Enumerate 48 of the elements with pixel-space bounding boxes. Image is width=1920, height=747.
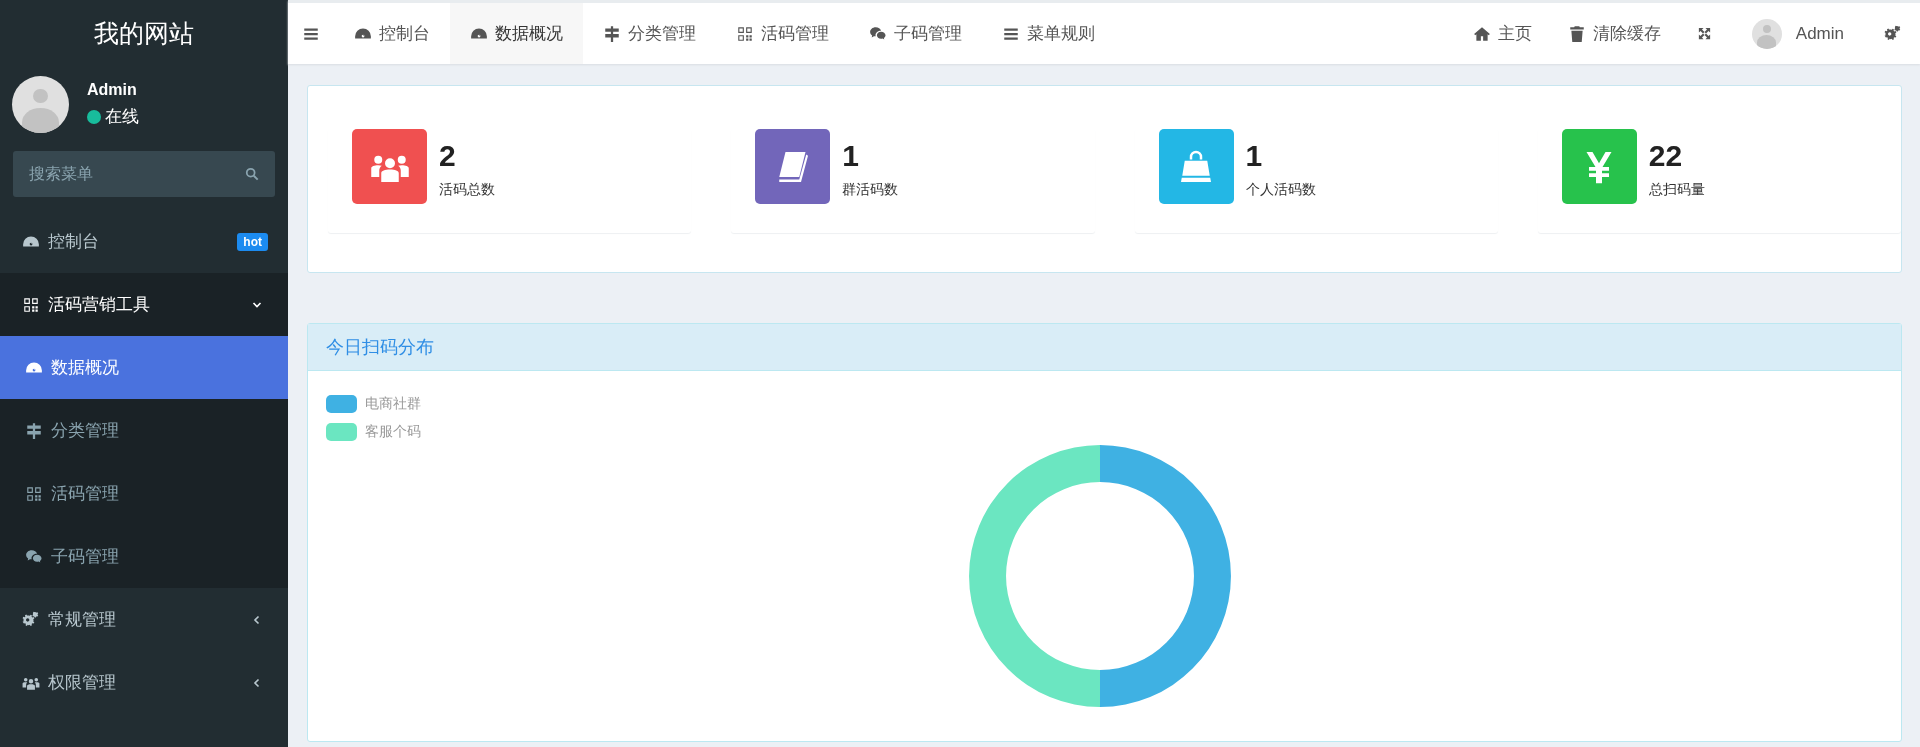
legend-label: 客服个码 bbox=[365, 423, 421, 441]
stat-value: 1 bbox=[1245, 139, 1264, 173]
submenu-item[interactable]: 分类管理 bbox=[0, 399, 288, 462]
nav-tab[interactable]: 数据概况 bbox=[450, 3, 583, 64]
nav-tab[interactable]: 控制台 bbox=[334, 3, 450, 64]
signpost-icon bbox=[603, 24, 621, 43]
stat-value: 1 bbox=[842, 139, 860, 173]
search-icon bbox=[245, 167, 259, 181]
chevron-left-icon bbox=[252, 614, 262, 625]
submenu-item[interactable]: 活码管理 bbox=[0, 462, 288, 525]
menu-item[interactable]: 活码营销工具 bbox=[0, 273, 288, 336]
user-menu[interactable]: Admin bbox=[1729, 3, 1866, 64]
trash-icon bbox=[1567, 24, 1586, 43]
stat-value: 2 bbox=[439, 139, 457, 173]
stat-label: 个人活码数 bbox=[1245, 181, 1316, 199]
nav-link[interactable]: 清除缓存 bbox=[1549, 3, 1679, 64]
nav-tab[interactable]: 分类管理 bbox=[583, 3, 716, 64]
site-title[interactable]: 我的网站 bbox=[0, 0, 288, 66]
qr-code-icon bbox=[736, 24, 754, 43]
submenu-item[interactable]: 子码管理 bbox=[0, 525, 288, 588]
gears-icon bbox=[1884, 24, 1902, 43]
panel-title: 今日扫码分布 bbox=[326, 336, 434, 359]
hot-badge: hot bbox=[237, 232, 268, 251]
user-name: Admin bbox=[87, 81, 138, 99]
signpost-icon bbox=[25, 421, 43, 440]
stat-value: 22 bbox=[1648, 139, 1684, 173]
expand-icon bbox=[1696, 26, 1712, 41]
qr-code-icon bbox=[22, 295, 40, 314]
user-status: 在线 bbox=[105, 106, 139, 128]
search-field[interactable]: 搜索菜单 bbox=[13, 151, 275, 197]
chevron-left-icon bbox=[252, 677, 262, 688]
nav-link[interactable]: 主页 bbox=[1454, 3, 1550, 64]
menu-item[interactable]: 控制台 hot bbox=[0, 210, 288, 273]
status-dot bbox=[87, 109, 101, 124]
submenu-item[interactable]: 数据概况 bbox=[0, 336, 288, 399]
nav-tab[interactable]: 活码管理 bbox=[716, 3, 849, 64]
gears-icon bbox=[22, 610, 40, 629]
stat-label: 群活码数 bbox=[842, 181, 899, 199]
legend-label: 电商社群 bbox=[365, 395, 421, 413]
stat-label: 活码总数 bbox=[439, 181, 495, 199]
stat-label: 总扫码量 bbox=[1648, 181, 1705, 199]
menu-item[interactable]: 常规管理 bbox=[0, 588, 288, 651]
qr-code-icon bbox=[25, 484, 43, 503]
nav-tab[interactable]: 子码管理 bbox=[849, 3, 982, 64]
menu-item[interactable]: 权限管理 bbox=[0, 651, 288, 714]
avatar bbox=[12, 76, 69, 133]
avatar bbox=[1751, 18, 1782, 49]
nav-tab[interactable]: 菜单规则 bbox=[982, 3, 1115, 64]
